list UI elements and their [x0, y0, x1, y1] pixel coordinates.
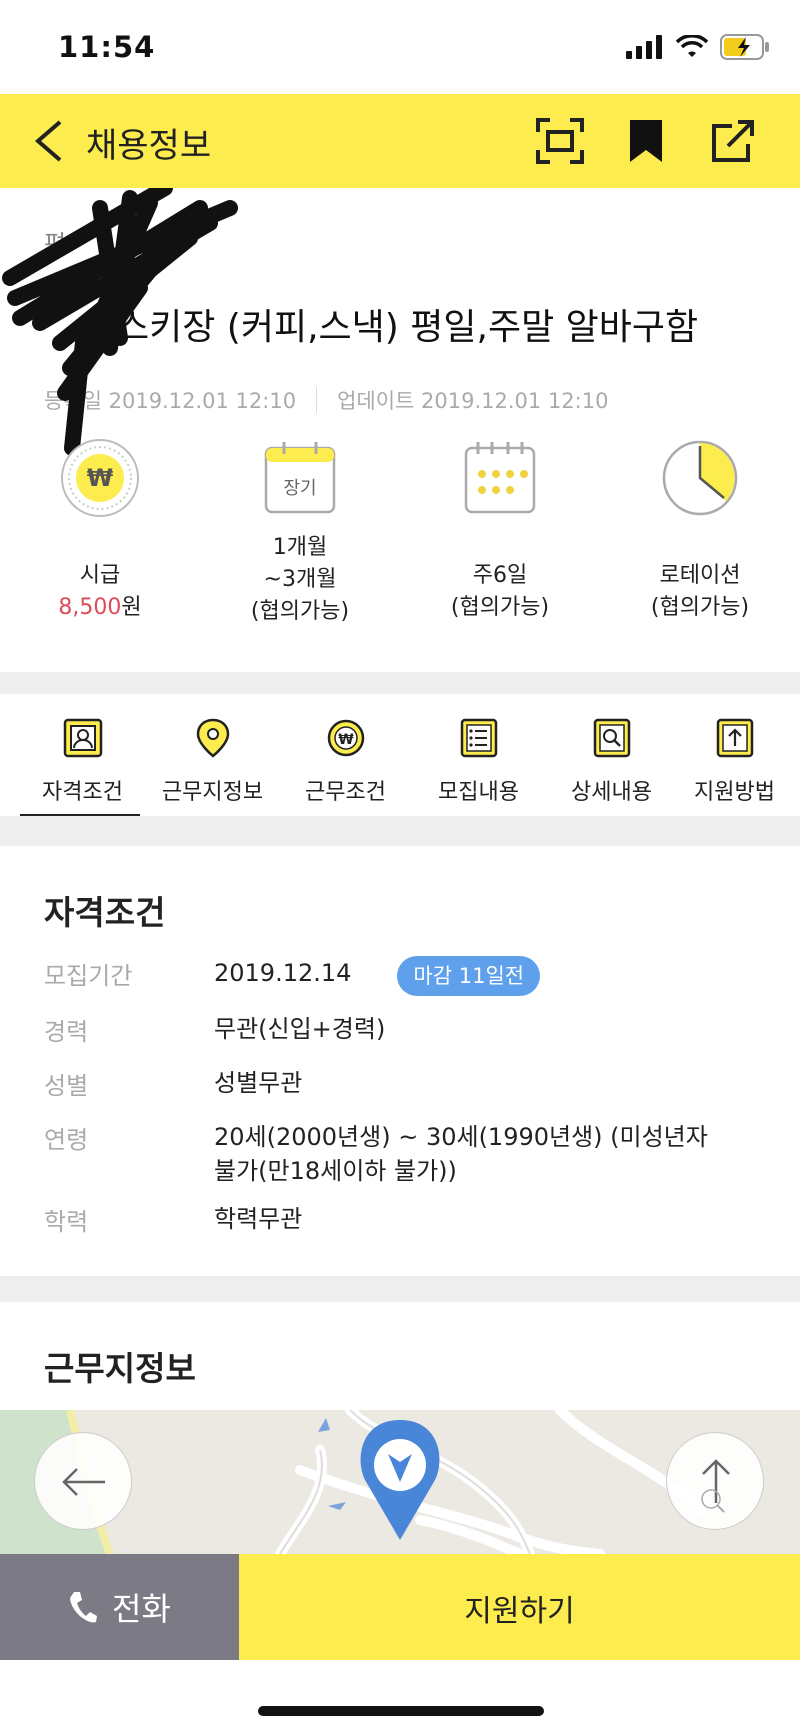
bottom-action-bar: 전화 지원하기 — [0, 1554, 800, 1660]
time-line1: 로테이션 — [659, 563, 741, 588]
job-summary: ₩ 시급 8,500원 장기 1개월 ~3개월 (협의가능) 주6일 (협의가능… — [0, 438, 800, 658]
period-line2: ~3개월 — [263, 567, 337, 592]
status-time: 11:54 — [58, 30, 156, 64]
wage-value: 8,500원 — [58, 595, 142, 620]
calendar-long-term-icon: 장기 — [264, 442, 336, 514]
workplace-section: 근무지정보 — [0, 1302, 800, 1412]
scroll-top-button[interactable] — [666, 1432, 764, 1530]
status-bar: 11:54 — [0, 0, 800, 94]
back-arrow-icon[interactable] — [30, 118, 70, 164]
tab-recruitment[interactable]: 모집내용 — [412, 718, 545, 806]
tab-work-conditions[interactable]: ₩ 근무조건 — [279, 718, 412, 806]
deadline-badge: 마감 11일전 — [397, 956, 541, 996]
home-indicator-area — [0, 1660, 800, 1733]
won-coin-icon: ₩ — [61, 439, 139, 517]
tab-how-to-apply[interactable]: 지원방법 — [668, 718, 800, 806]
days-line2: (협의가능) — [450, 595, 550, 620]
svg-text:장기: 장기 — [283, 478, 316, 499]
tab-workplace[interactable]: 근무지정보 — [146, 718, 279, 806]
period-line1: 1개월 — [272, 535, 328, 560]
qualification-title: 자격조건 — [44, 893, 166, 932]
workplace-title: 근무지정보 — [44, 1349, 196, 1388]
apply-button[interactable]: 지원하기 — [239, 1554, 800, 1660]
profile-card-icon — [63, 718, 102, 758]
section-tabs: 자격조건 근무지정보 ₩ 근무조건 모집내용 상세내용 지원방법 — [0, 694, 800, 818]
summary-days: 주6일 (협의가능) — [400, 438, 600, 624]
svg-text:₩: ₩ — [338, 732, 354, 748]
section-divider — [0, 1276, 800, 1302]
map-back-button[interactable] — [34, 1432, 132, 1530]
days-line1: 주6일 — [472, 563, 528, 588]
section-divider — [0, 672, 800, 694]
checklist-icon — [460, 718, 497, 758]
phone-icon — [70, 1592, 97, 1623]
svg-text:₩: ₩ — [87, 464, 114, 492]
period-line3: (협의가능) — [250, 599, 350, 624]
apply-label: 지원하기 — [464, 1594, 575, 1629]
app-header: 채용정보 — [0, 94, 800, 188]
call-label: 전화 — [112, 1590, 171, 1628]
wage-label: 시급 — [79, 563, 121, 588]
call-button[interactable]: 전화 — [0, 1554, 239, 1660]
section-divider — [0, 816, 800, 846]
tab-details[interactable]: 상세내용 — [545, 718, 678, 806]
clock-icon — [662, 440, 738, 516]
wifi-icon — [676, 35, 708, 57]
arrow-left-icon — [62, 1468, 105, 1496]
workplace-map[interactable] — [0, 1410, 800, 1554]
scan-icon[interactable] — [536, 118, 584, 164]
won-circle-icon: ₩ — [327, 719, 364, 757]
status-icons — [626, 34, 770, 60]
location-pin-icon — [196, 718, 229, 758]
arrow-up-icon — [701, 1459, 730, 1513]
updated-date: 업데이트 2019.12.01 12:10 — [337, 389, 609, 413]
summary-period: 장기 1개월 ~3개월 (협의가능) — [200, 438, 400, 628]
summary-time: 로테이션 (협의가능) — [600, 438, 800, 624]
summary-wage: ₩ 시급 8,500원 — [0, 438, 200, 624]
time-line2: (협의가능) — [650, 595, 750, 620]
qualification-section: 자격조건 모집기간 2019.12.14 마감 11일전 경력 무관(신입+경력)… — [0, 846, 800, 1276]
home-indicator[interactable] — [258, 1706, 544, 1716]
tab-qualification[interactable]: 자격조건 — [16, 718, 149, 806]
search-doc-icon — [593, 718, 630, 758]
share-icon[interactable] — [710, 118, 758, 164]
upload-box-icon — [716, 718, 753, 758]
calendar-days-icon — [464, 442, 536, 514]
page-title: 채용정보 — [86, 126, 212, 166]
bookmark-icon[interactable] — [622, 118, 670, 164]
job-title-area: 편 스키장 (커피,스낵) 평일,주말 알바구함 등록일 2019.12.01 … — [0, 188, 800, 668]
battery-charging-icon — [720, 34, 769, 60]
date-divider — [316, 387, 318, 413]
signal-icon — [626, 35, 662, 59]
